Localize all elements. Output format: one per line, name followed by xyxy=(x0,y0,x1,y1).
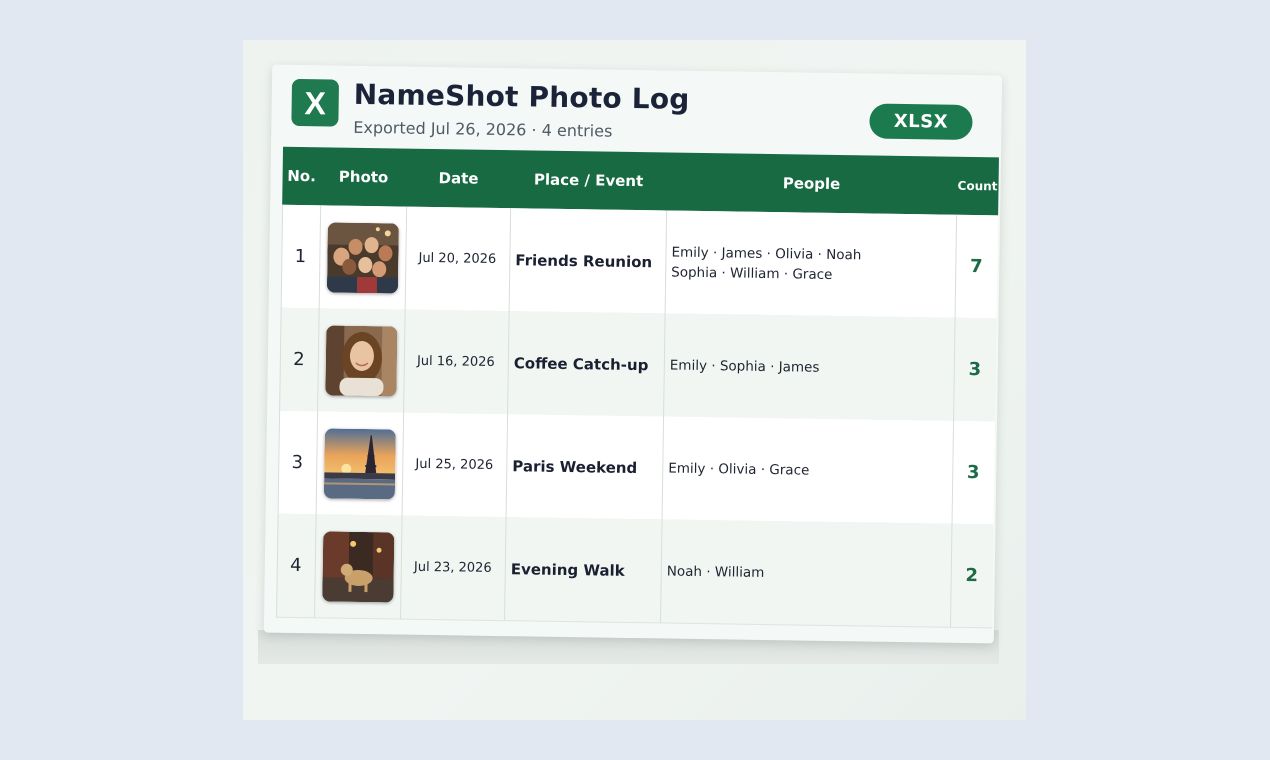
people-cell: Emily · Olivia · Grace xyxy=(668,460,810,479)
column-header-date[interactable]: Date xyxy=(406,149,511,209)
xlsx-format-badge[interactable]: XLSX xyxy=(869,103,973,141)
place-cell: Evening Walk xyxy=(510,559,625,580)
people-cell: Emily · James · Olivia · Noah Sophia · W… xyxy=(671,244,862,283)
table-row[interactable]: 3 Jul 25, 2026 Paris Weekend Emily · Oli… xyxy=(277,410,996,526)
table-header-row: No. Photo Date Place / Event People Coun… xyxy=(282,146,999,216)
photo-cell[interactable] xyxy=(317,308,405,412)
row-number: 4 xyxy=(289,554,302,577)
row-number: 1 xyxy=(294,245,307,268)
people-cell: Emily · Sophia · James xyxy=(669,357,820,376)
export-subtitle: Exported Jul 26, 2026 · 4 entries xyxy=(353,117,613,141)
photo-cell[interactable] xyxy=(319,205,407,309)
sheet-header: X NameShot Photo Log Exported Jul 26, 20… xyxy=(271,65,1002,160)
count-cell: 7 xyxy=(969,255,983,278)
excel-logo-icon: X xyxy=(291,78,340,127)
date-cell: Jul 16, 2026 xyxy=(416,353,495,370)
table-row[interactable]: 2 Jul 16, 2026 Coffee Catch-up Emily · S… xyxy=(279,307,997,423)
photo-log-table: No. Photo Date Place / Event People Coun… xyxy=(276,146,999,629)
place-cell: Paris Weekend xyxy=(512,456,638,477)
count-cell: 3 xyxy=(966,461,980,484)
photo-cell[interactable] xyxy=(316,411,404,515)
row-number: 2 xyxy=(292,348,305,371)
group-selfie-photo[interactable] xyxy=(326,221,399,293)
column-header-photo[interactable]: Photo xyxy=(320,147,407,206)
count-cell: 2 xyxy=(965,564,979,587)
woman-portrait-photo[interactable] xyxy=(324,324,397,396)
dog-evening-street-photo[interactable] xyxy=(321,530,394,602)
table-row[interactable]: 1 Jul 20, 2026 Friends Reunion Emily · J… xyxy=(280,204,999,320)
column-header-count[interactable]: Count xyxy=(956,157,999,216)
column-header-people[interactable]: People xyxy=(666,152,957,214)
photo-log-sheet: X NameShot Photo Log Exported Jul 26, 20… xyxy=(263,64,1003,644)
place-cell: Friends Reunion xyxy=(515,250,653,271)
table-row[interactable]: 4 Jul 23, 2026 Evening Walk Noah · Willi… xyxy=(276,513,994,629)
page-title: NameShot Photo Log xyxy=(353,77,690,116)
row-number: 3 xyxy=(291,451,304,474)
people-cell: Noah · William xyxy=(666,563,765,581)
date-cell: Jul 23, 2026 xyxy=(413,559,492,576)
eiffel-tower-sunset-photo[interactable] xyxy=(323,427,396,499)
date-cell: Jul 25, 2026 xyxy=(415,456,494,473)
column-header-place[interactable]: Place / Event xyxy=(510,150,667,210)
photo-cell[interactable] xyxy=(314,514,402,618)
date-cell: Jul 20, 2026 xyxy=(418,250,497,267)
column-header-no[interactable]: No. xyxy=(282,147,321,206)
count-cell: 3 xyxy=(968,358,982,381)
place-cell: Coffee Catch-up xyxy=(513,353,649,374)
